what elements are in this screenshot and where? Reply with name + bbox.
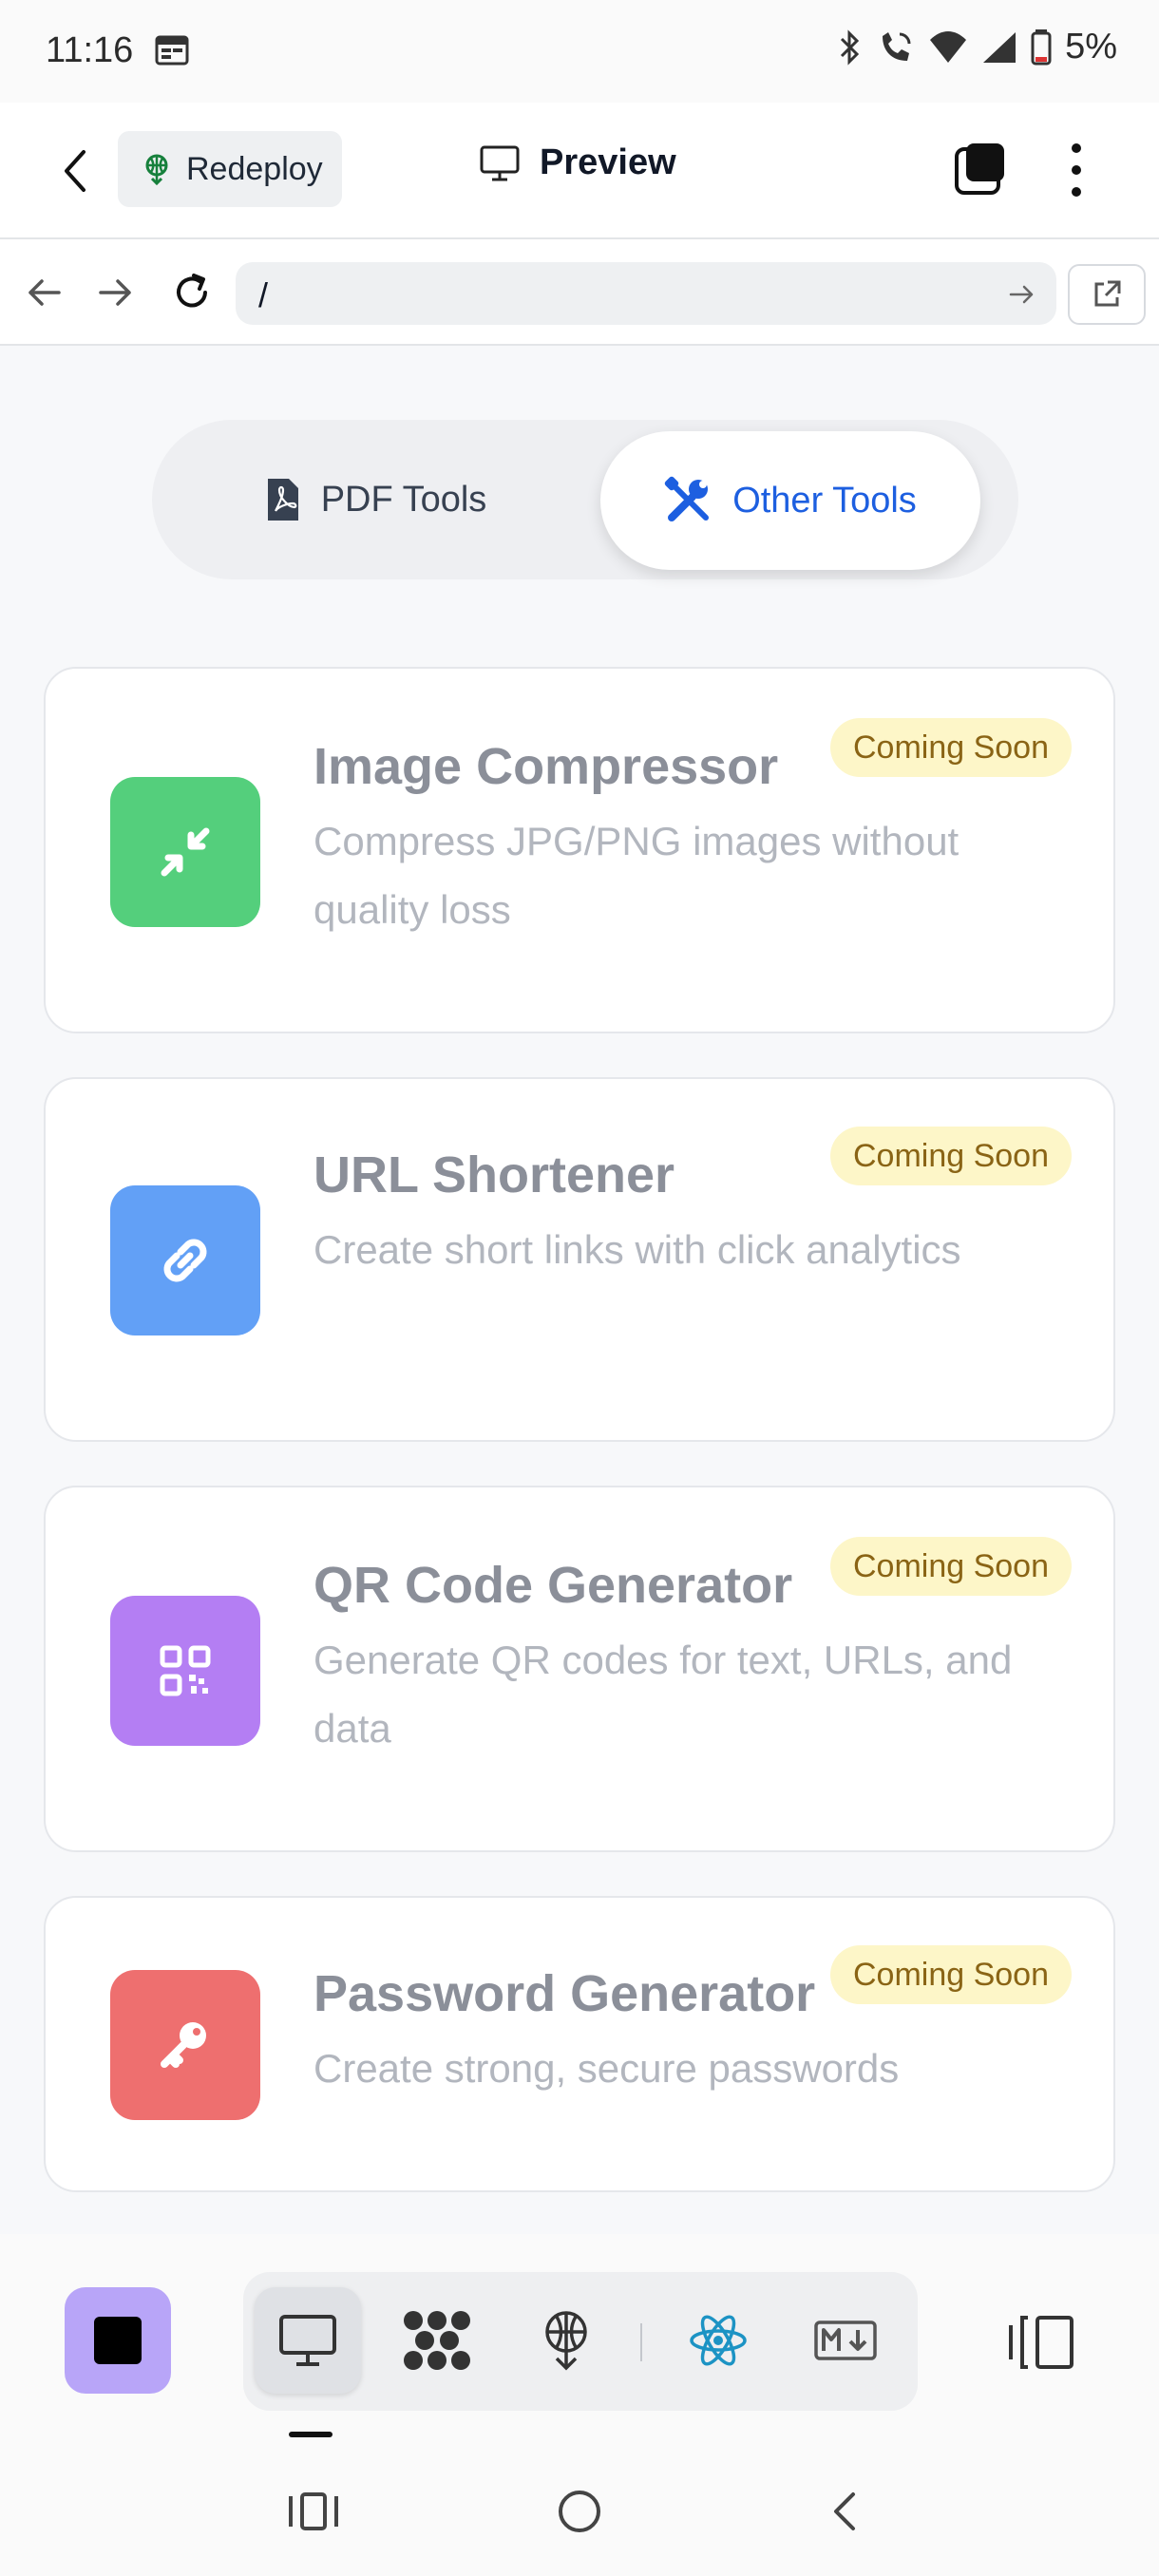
status-time: 11:16 (46, 30, 134, 70)
tab-pdf-tools-label: PDF Tools (320, 479, 487, 520)
card-description: Compress JPG/PNG images without quality … (314, 819, 960, 932)
markdown-tool-button[interactable] (792, 2287, 899, 2394)
tool-card-password-generator[interactable]: Password Generator Create strong, secure… (44, 1896, 1115, 2192)
external-link-icon (1094, 280, 1121, 307)
link-icon (110, 1185, 260, 1335)
url-input[interactable]: / (236, 262, 1056, 325)
compress-icon (110, 777, 260, 927)
status-icons: 5% (835, 27, 1117, 67)
active-tab-indicator (289, 2432, 332, 2437)
nodes-tool-button[interactable] (384, 2287, 490, 2394)
bluetooth-icon (841, 28, 860, 66)
markdown-icon (814, 2320, 877, 2360)
tool-category-tabs: PDF Tools Other Tools (152, 420, 1018, 579)
browser-bar: / (0, 239, 1159, 346)
card-title: Image Compressor (314, 738, 779, 795)
tools-icon (664, 476, 710, 521)
recent-apps-icon[interactable] (285, 2483, 342, 2540)
coming-soon-badge: Coming Soon (829, 1127, 1072, 1185)
coming-soon-badge: Coming Soon (829, 1945, 1072, 2004)
tool-card-url-shortener[interactable]: URL Shortener Create short links with cl… (44, 1077, 1115, 1442)
card-title: Password Generator (314, 1965, 816, 2022)
redeploy-button[interactable]: Redeploy (118, 131, 342, 207)
back-arrow-icon[interactable] (21, 270, 66, 315)
go-arrow-icon[interactable] (1007, 279, 1037, 310)
project-avatar-button[interactable] (65, 2287, 171, 2394)
split-view-icon[interactable] (1007, 2314, 1075, 2371)
redeploy-label: Redeploy (186, 150, 323, 187)
battery-icon (1031, 28, 1052, 65)
card-description: Generate QR codes for text, URLs, and da… (314, 1638, 1013, 1751)
coming-soon-badge: Coming Soon (829, 1537, 1072, 1596)
battery-percent: 5% (1065, 27, 1117, 66)
react-icon (690, 2315, 747, 2366)
deploy-icon (145, 154, 168, 185)
forward-arrow-icon[interactable] (93, 270, 139, 315)
home-icon[interactable] (551, 2483, 608, 2540)
coming-soon-badge: Coming Soon (829, 718, 1072, 777)
nodes-icon (404, 2311, 470, 2370)
tabs-icon[interactable] (954, 141, 1007, 196)
wifi-calling-icon (883, 31, 911, 61)
wifi-icon (930, 30, 967, 63)
pdf-file-icon (267, 479, 298, 521)
card-description: Create short links with click analytics (314, 1227, 961, 1272)
card-description: Create strong, secure passwords (314, 2046, 900, 2091)
key-icon (110, 1970, 260, 2120)
react-tool-button[interactable] (665, 2287, 771, 2394)
card-title: URL Shortener (314, 1146, 675, 1203)
monitor-icon (480, 145, 520, 180)
back-icon[interactable] (53, 144, 99, 198)
project-avatar (94, 2317, 142, 2364)
reload-icon[interactable] (169, 270, 215, 315)
calendar-icon (155, 35, 189, 66)
preview-tool-button[interactable] (255, 2287, 361, 2394)
preview-label: Preview (540, 142, 676, 182)
status-bar: 11:16 5% (0, 0, 1159, 103)
qr-code-icon (110, 1596, 260, 1746)
toolbar-divider (640, 2323, 642, 2361)
app-header: Redeploy Preview (0, 103, 1159, 239)
tab-other-tools-label: Other Tools (732, 480, 917, 521)
url-text: / (258, 275, 269, 314)
system-back-icon[interactable] (817, 2483, 874, 2540)
tab-other-tools[interactable]: Other Tools (600, 431, 980, 570)
open-external-button[interactable] (1068, 264, 1146, 325)
preview-title: Preview (479, 142, 676, 183)
more-options-icon[interactable] (1060, 141, 1092, 199)
tool-card-image-compressor[interactable]: Image Compressor Compress JPG/PNG images… (44, 667, 1115, 1033)
signal-icon (983, 31, 1016, 63)
deploy-tool-button[interactable] (513, 2287, 619, 2394)
card-title: QR Code Generator (314, 1557, 793, 1614)
tab-pdf-tools[interactable]: PDF Tools (152, 420, 598, 579)
deploy-icon (545, 2311, 587, 2371)
tool-card-qr-code-generator[interactable]: QR Code Generator Generate QR codes for … (44, 1486, 1115, 1852)
toolbar-group (243, 2272, 918, 2411)
preview-icon (279, 2315, 336, 2366)
